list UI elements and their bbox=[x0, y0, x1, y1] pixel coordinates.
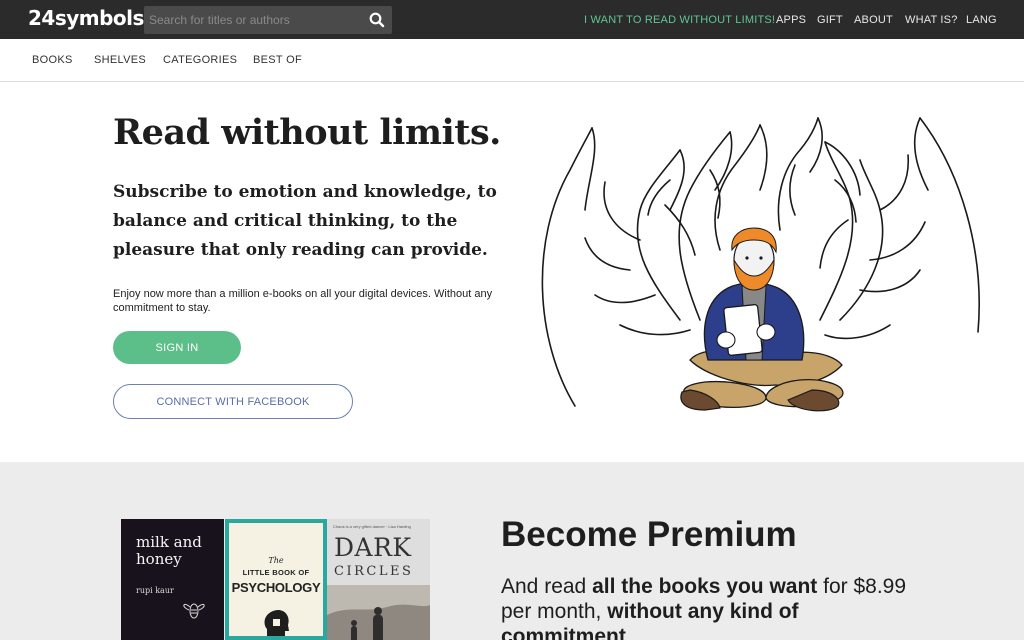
subnav-best-of[interactable]: BEST OF bbox=[253, 54, 302, 66]
sub-nav: BOOKS SHELVES CATEGORIES BEST OF bbox=[0, 39, 1024, 82]
cover-landscape-image bbox=[327, 585, 430, 640]
book-title-prefix: The bbox=[268, 556, 284, 565]
search-input[interactable] bbox=[144, 6, 360, 34]
book-cover-psychology[interactable]: The LITTLE BOOK OF PSYCHOLOGY bbox=[225, 519, 327, 640]
hero-subtitle: Subscribe to emotion and knowledge, to b… bbox=[113, 182, 497, 260]
nav-about-link[interactable]: ABOUT bbox=[854, 14, 893, 26]
nav-lang-link[interactable]: LANG bbox=[966, 14, 997, 26]
connect-facebook-button[interactable]: CONNECT WITH FACEBOOK bbox=[113, 384, 353, 419]
book-title-line-2: CIRCLES bbox=[334, 564, 414, 579]
premium-title: Become Premium bbox=[501, 515, 797, 554]
nav-read-unlimited-link[interactable]: I WANT TO READ WITHOUT LIMITS! bbox=[584, 14, 775, 26]
top-bar: 24symbols I WANT TO READ WITHOUT LIMITS!… bbox=[0, 0, 1024, 39]
subnav-books[interactable]: BOOKS bbox=[32, 54, 73, 66]
head-puzzle-icon bbox=[264, 610, 289, 636]
nav-apps-link[interactable]: APPS bbox=[776, 14, 806, 26]
search-icon[interactable] bbox=[368, 11, 386, 29]
bee-icon bbox=[183, 603, 205, 619]
book-title-small: LITTLE BOOK OF bbox=[242, 568, 310, 577]
nav-what-is-link[interactable]: WHAT IS? bbox=[905, 14, 958, 26]
book-cover-milk-and-honey[interactable]: milk and honey rupi kaur bbox=[121, 519, 224, 640]
book-tagline: Chaos is a very gifted dancer · Lisa Har… bbox=[333, 524, 411, 529]
hero-title: Read without limits. bbox=[113, 112, 501, 153]
subnav-shelves[interactable]: SHELVES bbox=[94, 54, 146, 66]
search-box bbox=[144, 6, 392, 34]
subnav-categories[interactable]: CATEGORIES bbox=[163, 54, 237, 66]
nav-gift-link[interactable]: GIFT bbox=[817, 14, 843, 26]
book-title: DARK bbox=[334, 533, 412, 562]
hero-description: Enjoy now more than a million e-books on… bbox=[113, 288, 493, 314]
logo[interactable]: 24symbols bbox=[28, 6, 144, 30]
hero-illustration bbox=[541, 117, 980, 412]
book-cover-dark-circles[interactable]: Chaos is a very gifted dancer · Lisa Har… bbox=[327, 519, 430, 640]
premium-description: And read all the books you want for $8.9… bbox=[501, 575, 907, 640]
book-title: PSYCHOLOGY bbox=[231, 580, 321, 595]
sign-in-button[interactable]: SIGN IN bbox=[113, 331, 241, 364]
book-title: milk and honey bbox=[136, 533, 202, 568]
book-author: rupi kaur bbox=[136, 586, 174, 595]
